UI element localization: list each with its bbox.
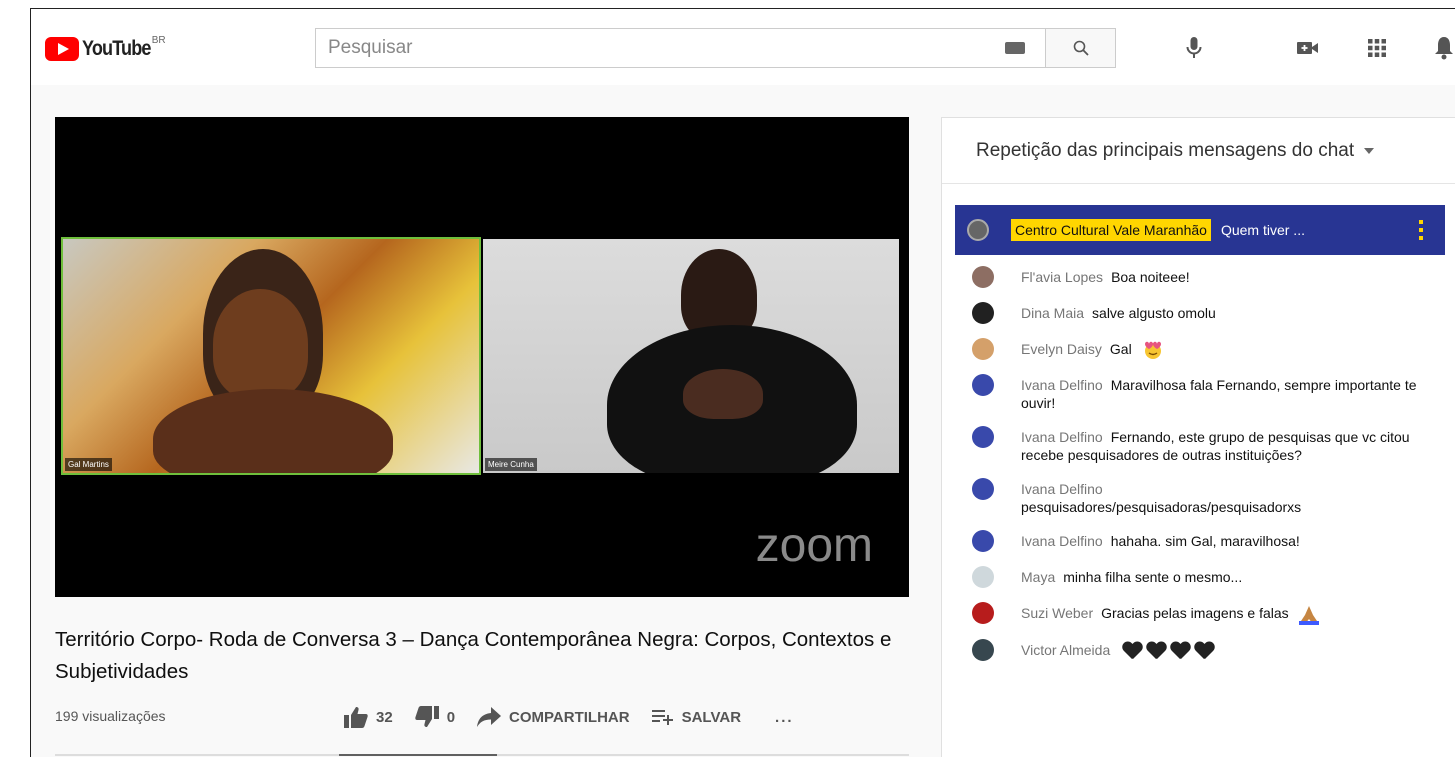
avatar <box>972 266 994 288</box>
save-label: SALVAR <box>681 708 742 726</box>
add-to-playlist-icon <box>651 710 673 725</box>
participant-tile-right: Meire Cunha <box>483 239 899 473</box>
search-box <box>315 28 1116 68</box>
microphone-icon[interactable] <box>1181 35 1207 61</box>
chat-message: Evelyn Daisy Gal <box>942 338 1455 360</box>
chat-mode-title: Repetição das principais mensagens do ch… <box>976 139 1355 161</box>
participant-name-label: Gal Martins <box>65 458 112 471</box>
message-author: Ivana Delfino <box>1021 481 1103 498</box>
black-heart-emoji <box>1122 642 1142 660</box>
black-heart-emoji <box>1194 642 1214 660</box>
message-author: Maya <box>1021 569 1056 586</box>
pinned-message[interactable]: Centro Cultural Vale Maranhão Quem tiver… <box>955 205 1445 255</box>
avatar <box>972 602 994 625</box>
dislike-count: 0 <box>446 708 456 726</box>
create-video-icon[interactable] <box>1295 35 1321 61</box>
top-bar: YouTube BR <box>31 9 1455 85</box>
message-author: Ivana Delfino <box>1021 377 1103 394</box>
message-author: Fl'avia Lopes <box>1021 269 1104 285</box>
chat-panel: Repetição das principais mensagens do ch… <box>941 117 1455 757</box>
country-code: BR <box>151 35 166 46</box>
message-author: Ivana Delfino <box>1021 533 1103 550</box>
thumbs-down-icon <box>415 706 439 727</box>
share-label: COMPARTILHAR <box>509 708 630 726</box>
zoom-watermark: zoom <box>755 519 873 572</box>
share-arrow-icon <box>477 707 502 727</box>
apps-grid-icon[interactable] <box>1364 35 1390 61</box>
chat-message: Ivana Delfino pesquisadores/pesquisadoras… <box>942 478 1455 516</box>
youtube-play-icon <box>45 37 79 61</box>
view-count: 199 visualizações <box>55 708 166 724</box>
thumbs-up-icon <box>344 707 368 728</box>
avatar <box>972 426 994 449</box>
message-author: Evelyn Daisy <box>1021 341 1102 357</box>
keyboard-icon[interactable] <box>985 29 1045 67</box>
message-text: salve algusto omolu <box>1092 305 1216 321</box>
more-label: ... <box>775 708 794 726</box>
message-author: Victor Almeida <box>1021 641 1111 658</box>
chat-message: Ivana Delfino Fernando, este grupo de pes… <box>942 426 1455 464</box>
chevron-down-icon <box>1364 147 1375 154</box>
share-button[interactable]: COMPARTILHAR <box>477 707 630 727</box>
video-title: Território Corpo- Roda de Conversa 3 – D… <box>55 628 892 683</box>
pinned-author: Centro Cultural Vale Maranhão <box>1011 219 1211 241</box>
avatar <box>972 374 994 397</box>
message-text: pesquisadores/pesquisadoras/pesquisadorx… <box>1021 499 1302 516</box>
message-author: Ivana Delfino <box>1021 429 1103 446</box>
search-icon <box>1073 40 1089 56</box>
smiling-face-with-hearts-emoji <box>1144 342 1161 360</box>
chat-messages: Fl'avia Lopes Boa noiteee! Dina Maia salve… <box>942 266 1455 677</box>
chat-message: Ivana Delfino hahaha. sim Gal, maravilhos… <box>942 530 1455 553</box>
more-vert-icon[interactable] <box>1419 220 1423 240</box>
save-button[interactable]: SALVAR <box>651 708 742 726</box>
chat-message: Ivana Delfino Maravilhosa fala Fernando, … <box>942 374 1455 412</box>
avatar <box>972 638 994 661</box>
chat-message: Fl'avia Lopes Boa noiteee! <box>942 266 1455 288</box>
message-text: hahaha. sim Gal, maravilhosa! <box>1110 533 1300 550</box>
message-author: Suzi Weber <box>1021 605 1094 622</box>
folded-hands-emoji <box>1298 605 1319 625</box>
chat-message: Suzi Weber Gracias pelas imagens e falas <box>942 602 1455 625</box>
dislike-button[interactable]: 0 <box>415 706 455 728</box>
search-input[interactable] <box>316 29 985 67</box>
chat-message: Maya minha filha sente o mesmo... <box>942 566 1455 589</box>
like-count: 32 <box>376 708 393 726</box>
avatar <box>972 338 994 360</box>
avatar <box>972 530 994 553</box>
chat-header[interactable]: Repetição das principais mensagens do ch… <box>942 118 1455 184</box>
message-author: Dina Maia <box>1021 305 1085 321</box>
youtube-logo[interactable]: YouTube BR <box>45 35 166 61</box>
message-text: Gracias pelas imagens e falas <box>1101 605 1289 622</box>
message-text: Boa noiteee! <box>1111 269 1190 285</box>
avatar <box>967 219 989 241</box>
more-actions-button[interactable]: ... <box>775 709 794 726</box>
avatar <box>972 478 994 501</box>
notifications-bell-icon[interactable] <box>1431 35 1455 61</box>
search-button[interactable] <box>1045 29 1115 67</box>
avatar <box>972 302 994 324</box>
pinned-text: Quem tiver ... <box>1220 222 1305 238</box>
message-text: minha filha sente o mesmo... <box>1063 569 1243 586</box>
participant-name-label: Meire Cunha <box>485 458 537 471</box>
like-button[interactable]: 32 <box>344 706 393 728</box>
screenshot-frame: YouTube BR Gal Martins <box>30 8 1455 757</box>
message-text: Gal <box>1109 341 1132 357</box>
black-heart-emoji <box>1170 642 1190 660</box>
video-player[interactable]: Gal Martins Meire Cunha zoom <box>55 117 909 597</box>
avatar <box>972 566 994 589</box>
chat-message: Victor Almeida <box>942 638 1455 661</box>
video-actions: 32 0 COMPARTILHAR SALVAR ... <box>344 706 816 728</box>
divider <box>55 754 909 756</box>
chat-message: Dina Maia salve algusto omolu <box>942 302 1455 324</box>
participant-tile-left: Gal Martins <box>61 237 481 475</box>
black-heart-emoji <box>1146 642 1166 660</box>
logo-wordmark: YouTube <box>82 37 151 60</box>
faded-previous-message <box>942 184 1455 204</box>
